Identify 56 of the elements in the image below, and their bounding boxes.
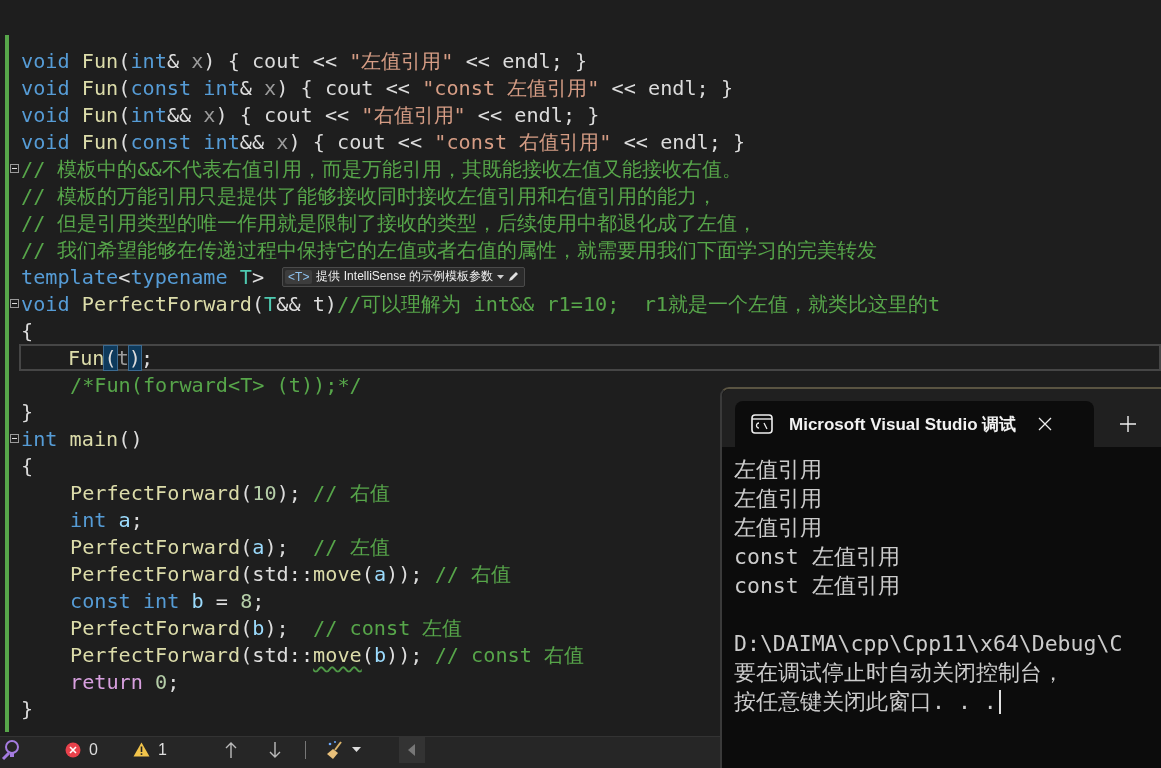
code-line: Fun(t); [67, 345, 154, 370]
console-output-line: 左值引用 [734, 485, 822, 513]
console-output-line: 按任意键关闭此窗口. . . [734, 688, 997, 716]
code-line: int a; [69, 507, 143, 532]
left-arrow-icon [408, 743, 416, 756]
code-line: void PerfectForward(T&& t)//可以理解为 int&& r1=10; r1就是一个左值，就类比这里的t [21, 291, 941, 316]
code-line: // 我们希望能够在传递过程中保持它的左值或者右值的属性，就需要用我们下面学习的完美转发 [21, 237, 878, 262]
code-line: void Fun(const int&& x) { cout << "const 右值引用" << endl; } [21, 129, 746, 154]
console-output-line: 左值引用 [734, 514, 822, 542]
code-line: } [21, 399, 34, 424]
hint-text: 提供 IntelliSense 的示例模板参数 [316, 268, 494, 285]
pencil-icon[interactable] [508, 271, 520, 282]
code-line: PerfectForward(10); // 右值 [69, 480, 390, 505]
code-line: PerfectForward(a); // 左值 [69, 534, 390, 559]
code-line: void Fun(int& x) { cout << "左值引用" << endl; } [21, 48, 588, 73]
caret-icon[interactable] [497, 274, 505, 279]
console-output-line: const 左值引用 [734, 543, 900, 571]
warning-count: 1 [157, 740, 167, 759]
close-icon[interactable] [1038, 417, 1053, 431]
caret-icon[interactable] [351, 747, 361, 752]
terminal-icon [751, 414, 773, 434]
code-line: // 模板的万能引用只是提供了能够接收同时接收左值引用和右值引用的能力， [21, 183, 718, 208]
collapse-icon[interactable] [9, 299, 19, 308]
code-line: // 但是引用类型的唯一作用就是限制了接收的类型，后续使用中都退化成了左值， [21, 210, 758, 235]
code-line: /*Fun(forward<T> (t));*/ [69, 372, 362, 397]
new-tab-icon[interactable] [1120, 416, 1136, 432]
code-line: { [21, 318, 34, 343]
console-output-line: const 左值引用 [734, 572, 900, 600]
scroll-left-button[interactable] [398, 736, 425, 763]
console-output-line: D:\DAIMA\cpp\Cpp11\x64\Debug\C [734, 630, 1123, 658]
code-line: // 模板中的&&不代表右值引用，而是万能引用，其既能接收左值又能接收右值。 [21, 156, 742, 181]
type-tag: <T> [285, 269, 313, 284]
code-line: int main() [21, 426, 143, 451]
error-icon[interactable] [65, 741, 81, 758]
collapse-icon[interactable] [9, 164, 19, 173]
code-line: } [21, 696, 34, 721]
console-tab[interactable]: Microsoft Visual Studio 调试 [735, 401, 1094, 447]
code-line: void Fun(int&& x) { cout << "右值引用" << endl; } [21, 102, 600, 127]
inline-hint[interactable]: <T> 提供 IntelliSense 的示例模板参数 [282, 266, 526, 287]
console-output-line: 要在调试停止时自动关闭控制台， [734, 659, 1064, 687]
code-line: return 0; [69, 669, 180, 694]
code-line: PerfectForward(std::move(b)); // const 右值 [69, 642, 585, 667]
code-line: { [21, 453, 34, 478]
error-count: 0 [89, 740, 98, 759]
code-line: PerfectForward(b); // const 左值 [69, 615, 463, 640]
code-line: PerfectForward(std::move(a)); // 右值 [69, 561, 512, 586]
up-arrow-icon[interactable] [224, 741, 237, 758]
collapse-icon[interactable] [9, 434, 19, 443]
tab-title: Microsoft Visual Studio 调试 [789, 413, 1017, 436]
text-cursor [998, 689, 1001, 714]
warning-icon[interactable] [132, 742, 150, 757]
down-arrow-icon[interactable] [268, 741, 281, 758]
code-line: void Fun(const int& x) { cout << "const 左值引用" << endl; } [21, 75, 734, 100]
code-line: const int b = 8; [69, 588, 265, 613]
code-line: template<typename T> [21, 264, 265, 289]
console-output-line: 左值引用 [734, 456, 822, 484]
